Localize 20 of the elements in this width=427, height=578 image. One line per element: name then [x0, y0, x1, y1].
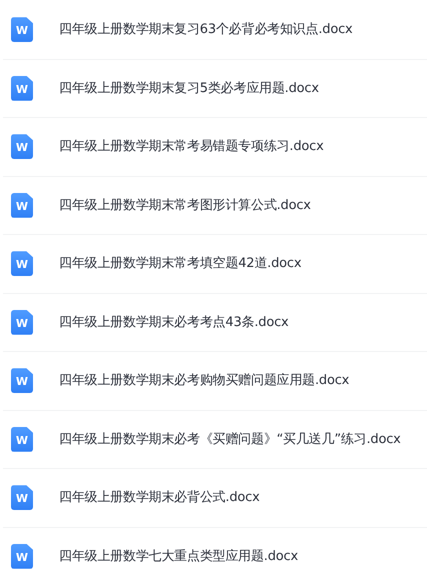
- word-file-icon: W: [11, 251, 33, 276]
- file-name[interactable]: 四年级上册数学七大重点类型应用题.docx: [59, 546, 298, 566]
- word-file-icon: W: [11, 192, 33, 218]
- file-name[interactable]: 四年级上册数学期末常考易错题专项练习.docx: [59, 137, 324, 156]
- file-name[interactable]: 四年级上册数学期末复习63个必背必考知识点.docx: [59, 20, 353, 40]
- word-file-icon: W: [11, 368, 33, 394]
- word-file-icon: W: [11, 76, 33, 101]
- file-name[interactable]: 四年级上册数学期末必背公式.docx: [59, 488, 260, 508]
- file-name[interactable]: 四年级上册数学期末复习5类必考应用题.docx: [59, 78, 319, 98]
- word-file-icon: W: [11, 426, 33, 452]
- word-file-icon: W: [11, 485, 33, 510]
- file-name[interactable]: 四年级上册数学期末必考购物买赠问题应用题.docx: [59, 371, 350, 390]
- word-file-icon: W: [11, 544, 33, 569]
- file-name[interactable]: 四年级上册数学期末常考填空题42道.docx: [59, 254, 302, 274]
- file-name[interactable]: 四年级上册数学期末必考考点43条.docx: [59, 312, 289, 332]
- word-file-icon: W: [11, 134, 33, 160]
- file-name[interactable]: 四年级上册数学期末必考《买赠问题》“买几送几”练习.docx: [59, 430, 401, 449]
- word-file-icon: W: [11, 17, 33, 42]
- file-name[interactable]: 四年级上册数学期末常考图形计算公式.docx: [59, 196, 311, 215]
- word-file-icon: W: [11, 310, 33, 335]
